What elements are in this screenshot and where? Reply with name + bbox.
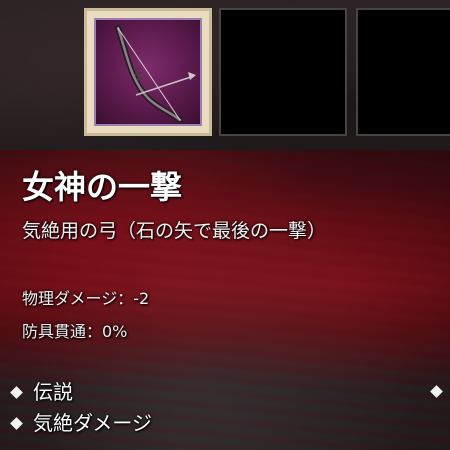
diamond-bullet-icon [10,385,23,399]
trait-label: 気絶ダメージ [33,411,152,435]
trait-legendary: 伝説 [10,376,73,405]
stat-armor-penetration: 防具貫通：0% [22,322,128,341]
trait-label: 伝説 [33,380,73,404]
stat-physical-damage: 物理ダメージ：-2 [22,289,150,308]
item-icon-frame [94,18,202,126]
item-description: 気絶用の弓（石の矢で最後の一撃） [22,220,327,242]
diamond-bullet-icon [10,416,23,430]
trait-stun-damage: 気絶ダメージ [10,407,152,436]
bow-icon [115,25,196,123]
inventory-slot-selected[interactable] [84,8,212,136]
inventory-slot-empty[interactable] [219,8,347,136]
inventory-slot-empty[interactable] [356,8,450,136]
item-name: 女神の一撃 [22,168,183,206]
